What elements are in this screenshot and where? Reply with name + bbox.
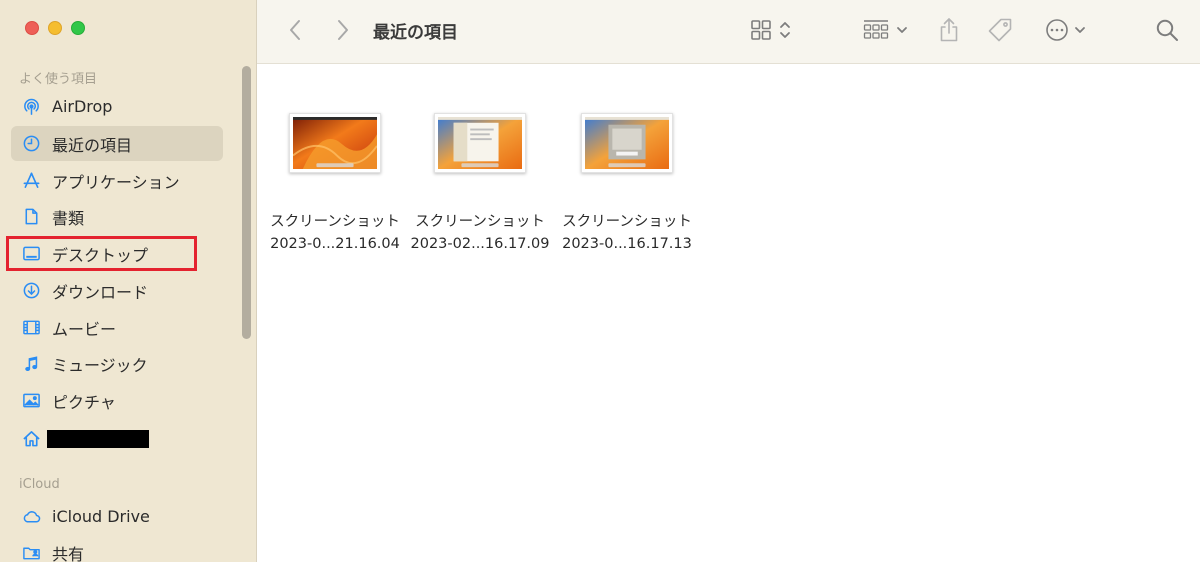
sidebar: よく使う項目 AirDrop 最近の項目 アプリケーション 書類 デスクトップ … [0,0,257,562]
file-name: スクリーンショット 2023-02...16.17.09 [411,211,550,255]
home-icon [21,429,41,449]
cloud-icon [21,507,41,527]
sidebar-item-label: 最近の項目 [52,135,133,155]
search-button[interactable] [1153,14,1181,46]
desktop-icon [21,244,41,264]
file-thumbnail [434,113,526,173]
window-controls [25,21,85,35]
group-grid-icon [863,20,889,39]
file-thumbnail [581,113,673,173]
chevron-right-icon [338,20,348,40]
sidebar-scrollbar[interactable] [242,66,251,339]
ellipsis-circle-icon [1046,19,1068,41]
sidebar-item-label: ダウンロード [52,282,149,302]
redacted-username [47,429,149,448]
sidebar-item-label: アプリケーション [52,172,180,192]
sidebar-item-label: ムービー [52,319,117,339]
photo-icon [21,391,41,411]
file-item[interactable]: スクリーンショット 2023-02...16.17.09 [410,113,550,255]
file-name-line1: スクリーンショット [562,214,692,230]
sidebar-item-label: デスクトップ [52,245,149,265]
chevron-left-icon [290,20,300,40]
file-item[interactable]: スクリーンショット 2023-0...21.16.04 [265,113,405,255]
icon-grid-icon [751,20,771,40]
chevron-down-icon [897,27,907,33]
sidebar-item-applications[interactable]: アプリケーション [11,163,223,198]
sidebar-item-documents[interactable]: 書類 [11,199,223,234]
sidebar-item-home[interactable] [11,421,223,456]
minimize-window-button[interactable] [48,21,62,35]
airdrop-icon [21,97,41,117]
sidebar-item-pictures[interactable]: ピクチャ [11,383,223,418]
sidebar-item-label: 共有 [52,544,85,562]
file-name: スクリーンショット 2023-0...16.17.13 [562,211,692,255]
share-icon [940,18,958,42]
view-mode-button[interactable] [746,14,796,46]
sidebar-item-desktop[interactable]: デスクトップ [11,236,223,271]
sidebar-item-airdrop[interactable]: AirDrop [11,89,223,124]
file-thumbnail [289,113,381,173]
file-name-line1: スクリーンショット [415,214,545,230]
document-icon [21,207,41,227]
back-button[interactable] [283,14,307,46]
sidebar-item-label: AirDrop [52,97,113,116]
file-item[interactable]: スクリーンショット 2023-0...16.17.13 [557,113,697,255]
download-icon [21,281,41,301]
more-actions-button[interactable] [1041,14,1091,46]
tag-icon [988,18,1012,42]
sidebar-item-label: ミュージック [52,355,148,375]
zoom-window-button[interactable] [71,21,85,35]
sidebar-item-label: ピクチャ [52,392,116,412]
chevron-down-icon [1075,27,1085,33]
sidebar-item-music[interactable]: ミュージック [11,346,223,381]
toolbar: 最近の項目 [257,0,1200,64]
shared-folder-icon [21,543,41,562]
finder-window: よく使う項目 AirDrop 最近の項目 アプリケーション 書類 デスクトップ … [0,0,1200,562]
sidebar-item-shared[interactable]: 共有 [11,535,223,562]
share-button[interactable] [937,14,961,46]
sidebar-item-label: iCloud Drive [52,507,150,526]
sidebar-item-downloads[interactable]: ダウンロード [11,273,223,308]
window-title: 最近の項目 [373,23,458,43]
close-window-button[interactable] [25,21,39,35]
file-browser-content: スクリーンショット 2023-0...21.16.04 スクリーンショット 20… [257,65,1200,562]
file-name-line2: 2023-0...16.17.13 [562,236,692,252]
file-name: スクリーンショット 2023-0...21.16.04 [270,211,400,255]
file-name-line2: 2023-02...16.17.09 [410,236,550,252]
film-icon [21,318,41,338]
applications-icon [21,171,41,191]
chevron-updown-icon [780,22,790,38]
clock-icon [21,134,41,154]
sidebar-item-recents[interactable]: 最近の項目 [11,126,223,161]
search-icon [1156,19,1178,41]
music-note-icon [21,354,41,374]
icloud-header: iCloud [19,477,60,492]
sidebar-item-label: 書類 [52,208,85,228]
file-name-line2: 2023-0...21.16.04 [270,236,400,252]
sidebar-item-movies[interactable]: ムービー [11,310,223,345]
tag-button[interactable] [985,14,1015,46]
forward-button[interactable] [331,14,355,46]
sidebar-item-icloud-drive[interactable]: iCloud Drive [11,499,223,534]
favorites-header: よく使う項目 [19,72,98,87]
file-name-line1: スクリーンショット [270,214,400,230]
group-button[interactable] [861,14,911,46]
